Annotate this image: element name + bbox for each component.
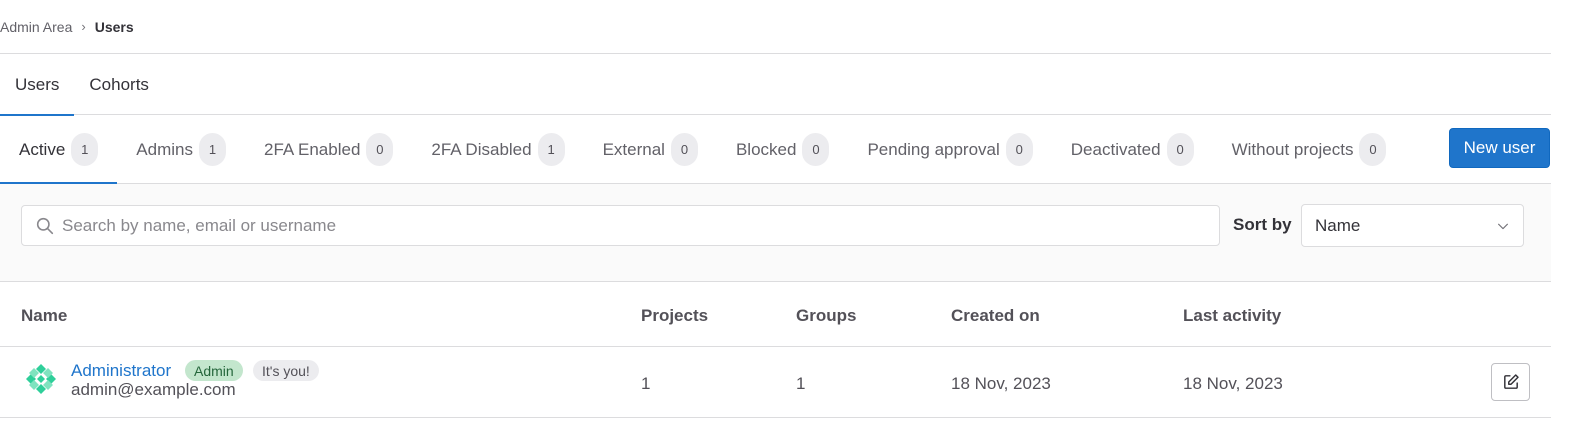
breadcrumb-current[interactable]: Users [95,19,134,35]
filter-tab-label: External [602,139,665,159]
filter-tabs: Active 1 Admins 1 2FA Enabled 0 2FA Disa… [0,115,1406,185]
count-badge: 1 [71,133,99,166]
sort-dropdown[interactable]: Name [1301,204,1524,247]
column-header-groups: Groups [796,306,857,325]
search-bar-area: Sort by Name [0,184,1551,282]
top-tabs: Users Cohorts [0,54,1551,116]
filter-tab-2fa-disabled[interactable]: 2FA Disabled 1 [412,115,583,184]
filter-tab-label: Without projects [1231,139,1354,159]
count-badge: 1 [198,133,226,166]
breadcrumb-admin-area[interactable]: Admin Area [0,19,72,35]
sort-selected-value: Name [1315,215,1361,235]
column-header-created-on: Created on [951,306,1040,325]
filter-tab-pending-approval[interactable]: Pending approval 0 [848,115,1051,184]
avatar[interactable] [22,360,60,398]
user-email: admin@example.com [71,380,236,399]
search-box[interactable] [21,205,1220,246]
search-input[interactable] [62,215,1162,236]
count-badge: 0 [670,133,698,166]
its-you-badge: It's you! [253,360,319,381]
cell-created-on: 18 Nov, 2023 [951,374,1051,393]
column-header-projects: Projects [641,306,709,325]
column-header-last-activity: Last activity [1183,306,1282,325]
filter-tab-without-projects[interactable]: Without projects 0 [1213,115,1406,184]
count-badge: 0 [1005,133,1033,166]
count-badge: 0 [802,133,830,166]
filter-tab-external[interactable]: External 0 [584,115,717,184]
filter-tab-2fa-enabled[interactable]: 2FA Enabled 0 [245,115,412,184]
edit-user-button[interactable] [1491,363,1530,401]
filter-tab-label: 2FA Enabled [263,139,361,159]
count-badge: 0 [1166,133,1194,166]
count-badge: 1 [537,133,565,166]
filter-tab-admins[interactable]: Admins 1 [117,115,245,184]
filter-tab-active[interactable]: Active 1 [0,115,118,185]
count-badge: 0 [366,133,394,166]
table-header: Name Projects Groups Created on Last act… [0,282,1551,347]
filter-tab-label: Deactivated [1070,139,1161,159]
cell-groups: 1 [796,374,806,393]
chevron-down-icon [1498,223,1508,229]
filter-tab-label: Pending approval [867,139,1000,159]
filter-tab-label: 2FA Disabled [431,139,532,159]
admin-badge: Admin [185,360,243,381]
sort-label: Sort by [1233,215,1292,234]
tab-cohorts[interactable]: Cohorts [74,54,164,115]
filter-tab-blocked[interactable]: Blocked 0 [717,115,848,184]
tab-users[interactable]: Users [0,54,75,116]
filter-tab-label: Admins [136,139,193,159]
pencil-square-icon [1503,374,1519,389]
filter-row: Active 1 Admins 1 2FA Enabled 0 2FA Disa… [0,115,1551,185]
breadcrumb: Admin Area › Users [0,0,1551,54]
column-header-name: Name [21,306,68,325]
search-icon [36,217,54,234]
chevron-right-icon: › [81,19,86,34]
count-badge: 0 [1359,133,1387,166]
table-row: Administrator Admin It's you! admin@exam… [0,347,1551,418]
cell-last-activity: 18 Nov, 2023 [1183,374,1283,393]
filter-tab-label: Blocked [735,139,797,159]
cell-projects: 1 [641,374,651,393]
filter-tab-deactivated[interactable]: Deactivated 0 [1052,115,1213,184]
user-name-link[interactable]: Administrator [71,361,171,381]
filter-tab-label: Active [19,139,66,159]
new-user-button[interactable]: New user [1449,128,1550,168]
identicon-avatar-icon [22,360,60,398]
